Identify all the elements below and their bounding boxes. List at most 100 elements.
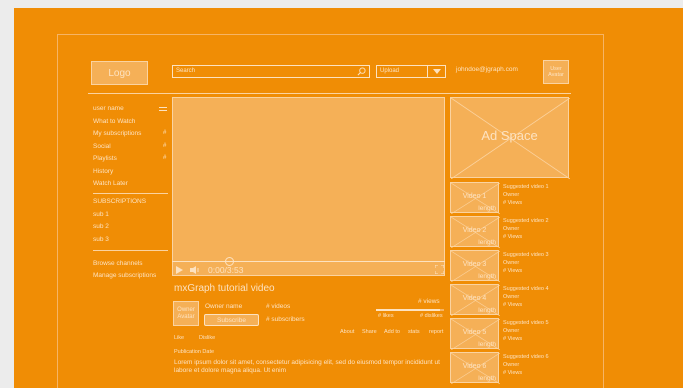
upload-label: Upload (380, 68, 400, 74)
search-icon[interactable] (357, 67, 366, 76)
sidebar-divider (93, 193, 168, 194)
time-display: 0:00/3:53 (208, 265, 244, 275)
subscribers-count: # subscribers (266, 316, 305, 323)
sidebar-item-my-subscriptions[interactable]: My subscriptions (93, 130, 141, 137)
fullscreen-icon[interactable] (435, 265, 444, 274)
sidebar-item-user-name[interactable]: user name (93, 105, 124, 112)
like-button[interactable]: Like (174, 335, 184, 341)
subscriptions-heading: SUBSCRIPTIONS (93, 198, 147, 205)
thumb-length: length (478, 205, 496, 212)
social-count: # (163, 143, 167, 149)
like-bar-fill (376, 309, 440, 311)
suggested-video-thumb[interactable]: Video 5 length (450, 318, 500, 350)
thumb-label: Video 5 (462, 329, 487, 336)
dislike-button[interactable]: Dislike (199, 335, 215, 341)
share-tab[interactable]: Share (362, 329, 377, 335)
sidebar-item-sub-1[interactable]: sub 1 (93, 211, 109, 218)
suggested-video-thumb[interactable]: Video 4 length (450, 284, 500, 316)
sidebar-divider-2 (93, 250, 168, 251)
stats-tab[interactable]: stats (408, 329, 420, 335)
sidebar-item-history[interactable]: History (93, 168, 113, 175)
mockup-viewport: Logo Search Upload johndoe@jgraph.com Us… (14, 8, 683, 388)
suggested-views: # Views (503, 370, 523, 376)
header-divider (88, 93, 571, 94)
dislikes-count: # dislikes (420, 313, 443, 319)
suggested-video-thumb[interactable]: Video 3 length (450, 250, 500, 282)
suggested-owner: Owner (503, 328, 520, 334)
thumb-length: length (478, 273, 496, 280)
suggested-video-thumb[interactable]: Video 6 length (450, 352, 500, 384)
subscribe-button[interactable]: Subscribe (204, 314, 259, 326)
thumb-label: Video 6 (462, 363, 487, 370)
like-bar (376, 309, 444, 311)
about-tab[interactable]: About (340, 329, 354, 335)
suggested-video-thumb[interactable]: Video 1 length (450, 182, 500, 214)
progress-bar[interactable] (172, 261, 445, 262)
publication-date: Publication Date (174, 349, 215, 355)
suggested-title[interactable]: Suggested video 6 (503, 353, 549, 361)
volume-icon[interactable] (190, 266, 200, 274)
sidebar-item-sub-3[interactable]: sub 3 (93, 236, 109, 243)
thumb-length: length (478, 307, 496, 314)
subscriptions-count: # (163, 130, 167, 136)
player-controls: 0:00/3:53 (172, 257, 445, 276)
suggested-title[interactable]: Suggested video 2 (503, 217, 549, 225)
suggested-video-info[interactable]: Suggested video 1 Owner # Views (503, 183, 549, 207)
thumb-label: Video 2 (462, 227, 487, 234)
menu-icon[interactable] (159, 107, 167, 112)
report-tab[interactable]: report (429, 329, 443, 335)
user-avatar[interactable]: User Avatar (543, 60, 569, 84)
suggested-video-info[interactable]: Suggested video 6 Owner # Views (503, 353, 549, 377)
ad-space[interactable]: Ad Space (450, 97, 570, 179)
suggested-video-info[interactable]: Suggested video 3 Owner # Views (503, 251, 549, 275)
thumb-length: length (478, 239, 496, 246)
suggested-video-thumb[interactable]: Video 2 length (450, 216, 500, 248)
sidebar-item-sub-2[interactable]: sub 2 (93, 223, 109, 230)
suggested-title[interactable]: Suggested video 4 (503, 285, 549, 293)
logo[interactable]: Logo (91, 61, 148, 85)
owner-videos-count: # videos (266, 303, 291, 310)
play-icon[interactable] (176, 266, 183, 274)
suggested-owner: Owner (503, 192, 520, 198)
thumb-label: Video 3 (462, 261, 487, 268)
suggested-views: # Views (503, 336, 523, 342)
suggested-title[interactable]: Suggested video 1 (503, 183, 549, 191)
upload-dropdown[interactable]: Upload (376, 65, 446, 78)
add-to-tab[interactable]: Add to (384, 329, 400, 335)
manage-subscriptions-link[interactable]: Manage subscriptions (93, 272, 156, 279)
owner-avatar[interactable]: Owner Avatar (173, 301, 199, 326)
sidebar-item-what-to-watch[interactable]: What to Watch (93, 118, 135, 125)
sidebar-item-playlists[interactable]: Playlists (93, 155, 117, 162)
video-title: mxGraph tutorial video (174, 283, 275, 294)
thumb-label: Video 4 (462, 295, 487, 302)
suggested-views: # Views (503, 302, 523, 308)
suggested-views: # Views (503, 200, 523, 206)
browse-channels-link[interactable]: Browse channels (93, 260, 143, 267)
playlists-count: # (163, 155, 167, 161)
owner-name[interactable]: Owner name (205, 303, 242, 310)
video-description: Lorem ipsum dolor sit amet, consectetur … (174, 359, 440, 374)
thumb-length: length (478, 375, 496, 382)
suggested-title[interactable]: Suggested video 5 (503, 319, 549, 327)
video-player[interactable] (172, 97, 445, 276)
ad-label: Ad Space (481, 128, 538, 143)
search-input[interactable]: Search (172, 65, 370, 78)
sidebar-item-social[interactable]: Social (93, 143, 111, 150)
suggested-views: # Views (503, 234, 523, 240)
suggested-video-info[interactable]: Suggested video 5 Owner # Views (503, 319, 549, 343)
suggested-owner: Owner (503, 294, 520, 300)
suggested-owner: Owner (503, 260, 520, 266)
sidebar-item-watch-later[interactable]: Watch Later (93, 180, 128, 187)
thumb-label: Video 1 (462, 193, 487, 200)
suggested-title[interactable]: Suggested video 3 (503, 251, 549, 259)
views-count: # views (418, 298, 440, 305)
suggested-video-info[interactable]: Suggested video 4 Owner # Views (503, 285, 549, 309)
user-email[interactable]: johndoe@jgraph.com (456, 66, 518, 73)
thumb-length: length (478, 341, 496, 348)
suggested-views: # Views (503, 268, 523, 274)
likes-count: # likes (378, 313, 394, 319)
suggested-owner: Owner (503, 226, 520, 232)
chevron-down-icon[interactable] (427, 66, 445, 77)
suggested-video-info[interactable]: Suggested video 2 Owner # Views (503, 217, 549, 241)
search-placeholder: Search (176, 68, 196, 74)
